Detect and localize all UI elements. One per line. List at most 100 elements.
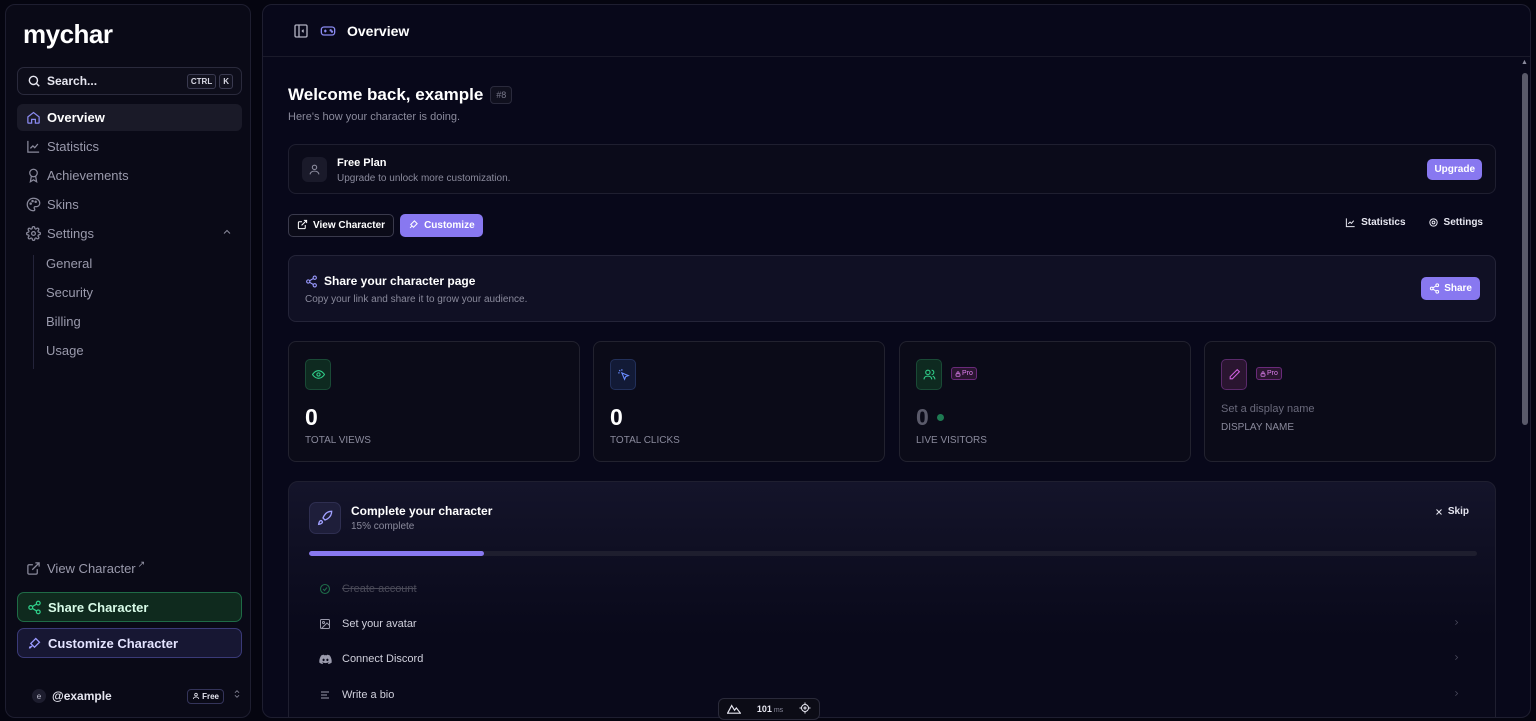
- onboarding-progress-bar: [309, 551, 1477, 556]
- welcome-heading: Welcome back, example #8: [288, 85, 513, 105]
- customize-character-label: Customize Character: [48, 635, 179, 651]
- stat-label: TOTAL CLICKS: [610, 435, 680, 446]
- chevron-right-icon: [1452, 689, 1461, 701]
- share-button[interactable]: Share: [1421, 277, 1480, 300]
- share-icon: [1430, 283, 1440, 294]
- stat-card-display-name[interactable]: Pro Set a display name DISPLAY NAME: [1204, 341, 1496, 462]
- pencil-icon: [1221, 359, 1247, 390]
- welcome-title: Welcome back, example: [288, 85, 484, 104]
- chart-line-icon: [26, 139, 41, 154]
- plan-title: Free Plan: [337, 157, 387, 169]
- sidebar-item-label: Overview: [47, 110, 105, 125]
- user-icon: [193, 692, 200, 700]
- image-icon: [319, 618, 333, 630]
- onboarding-title: Complete your character: [351, 504, 493, 518]
- sidebar-subitem-usage[interactable]: Usage: [46, 343, 84, 358]
- chevron-up-icon[interactable]: [221, 226, 233, 241]
- close-icon: [1436, 508, 1442, 515]
- main-panel: Overview ▲ Welcome back, example #8 Here…: [262, 4, 1531, 718]
- sidebar-toggle-icon[interactable]: [293, 23, 309, 39]
- task-connect-discord[interactable]: Connect Discord: [319, 649, 1469, 669]
- onboarding-card: Complete your character 15% complete Ski…: [288, 481, 1496, 717]
- sidebar-subitem-general[interactable]: General: [46, 256, 92, 271]
- sidebar-item-achievements[interactable]: Achievements: [17, 162, 242, 189]
- gear-icon: [1428, 218, 1438, 227]
- performance-indicator[interactable]: 101 ms: [718, 698, 820, 720]
- view-character-button[interactable]: View Character: [288, 214, 395, 237]
- stat-label: DISPLAY NAME: [1221, 422, 1294, 433]
- external-link-icon: [297, 219, 308, 233]
- text-lines-icon: [319, 689, 333, 701]
- sidebar-subitem-security[interactable]: Security: [46, 285, 93, 300]
- sidebar-item-settings[interactable]: Settings: [17, 220, 242, 247]
- cursor-click-icon: [610, 359, 636, 390]
- home-icon: [26, 110, 41, 125]
- upgrade-button[interactable]: Upgrade: [1427, 159, 1482, 180]
- app-logo[interactable]: mychar: [23, 19, 113, 50]
- gear-icon: [26, 226, 41, 241]
- chevron-right-icon: [1452, 653, 1461, 665]
- user-icon: [302, 157, 327, 182]
- discord-icon: [319, 654, 333, 665]
- search-label: Search...: [47, 74, 98, 88]
- task-write-bio[interactable]: Write a bio: [319, 685, 1469, 705]
- sidebar-item-label: Statistics: [47, 139, 100, 154]
- user-name: @example: [52, 689, 112, 703]
- sidebar-item-skins[interactable]: Skins: [17, 191, 242, 218]
- search-button[interactable]: Search... CTRL K: [17, 67, 242, 95]
- sidebar-item-label: Skins: [47, 197, 79, 212]
- scroll-thumb[interactable]: [1522, 73, 1528, 425]
- share-card-subtitle: Copy your link and share it to grow your…: [305, 294, 528, 305]
- brush-icon: [27, 636, 42, 651]
- chart-line-icon: [1345, 218, 1355, 228]
- latency-readout: 101 ms: [756, 704, 784, 714]
- view-character-button-label: View Character: [313, 220, 386, 231]
- sidebar-item-label: Settings: [47, 226, 94, 241]
- sidebar: mychar Search... CTRL K Overview Statist…: [5, 4, 251, 718]
- check-circle-icon: [319, 583, 333, 595]
- award-icon: [26, 168, 41, 183]
- share-icon: [306, 275, 317, 287]
- lock-icon: [955, 370, 961, 377]
- view-character-label: View Character: [47, 561, 136, 576]
- rocket-icon: [309, 502, 341, 534]
- eye-icon: [305, 359, 331, 390]
- plan-subtitle: Upgrade to unlock more customization.: [337, 173, 511, 184]
- user-account-switcher[interactable]: e @example Free: [17, 685, 242, 707]
- chevron-right-icon: [1452, 618, 1461, 630]
- action-buttons: View Character Customize: [288, 214, 483, 237]
- gamepad-icon: [319, 23, 337, 39]
- task-set-avatar[interactable]: Set your avatar: [319, 614, 1469, 634]
- sidebar-subitem-billing[interactable]: Billing: [46, 314, 81, 329]
- settings-link[interactable]: Settings: [1428, 217, 1483, 228]
- sidebar-item-statistics[interactable]: Statistics: [17, 133, 242, 160]
- stat-card-live-visitors: Pro 0 LIVE VISITORS: [899, 341, 1191, 462]
- crosshair-icon[interactable]: [799, 702, 811, 716]
- plan-badge: Free: [187, 688, 224, 704]
- share-character-label: Share Character: [48, 599, 149, 615]
- live-status-dot: [936, 414, 944, 421]
- users-icon: [916, 359, 942, 390]
- share-card-title: Share your character page: [305, 274, 475, 288]
- sidebar-item-label: Achievements: [47, 168, 129, 183]
- scroll-up-arrow[interactable]: ▲: [1521, 59, 1528, 66]
- stat-value: 0: [916, 404, 944, 431]
- customize-character-button[interactable]: Customize Character: [17, 628, 242, 658]
- chevrons-up-down-icon: [232, 687, 242, 705]
- stat-value: 0: [305, 404, 318, 430]
- statistics-link[interactable]: Statistics: [1345, 217, 1406, 228]
- scrollbar[interactable]: ▲: [1520, 57, 1530, 717]
- external-link-icon: [26, 561, 41, 576]
- view-character-link[interactable]: View Character ↗: [26, 559, 146, 576]
- plan-card: Free Plan Upgrade to unlock more customi…: [288, 144, 1496, 194]
- arrow-up-right-icon: ↗: [137, 559, 146, 569]
- quick-links: Statistics Settings: [1345, 217, 1483, 228]
- share-character-button[interactable]: Share Character: [17, 592, 242, 622]
- customize-button[interactable]: Customize: [400, 214, 483, 237]
- stat-card-total-views: 0 TOTAL VIEWS: [288, 341, 580, 462]
- skip-button[interactable]: Skip: [1434, 506, 1469, 517]
- customize-button-label: Customize: [424, 220, 475, 231]
- app-root: mychar Search... CTRL K Overview Statist…: [0, 0, 1536, 721]
- sidebar-item-overview[interactable]: Overview: [17, 104, 242, 131]
- display-name-placeholder: Set a display name: [1221, 403, 1315, 415]
